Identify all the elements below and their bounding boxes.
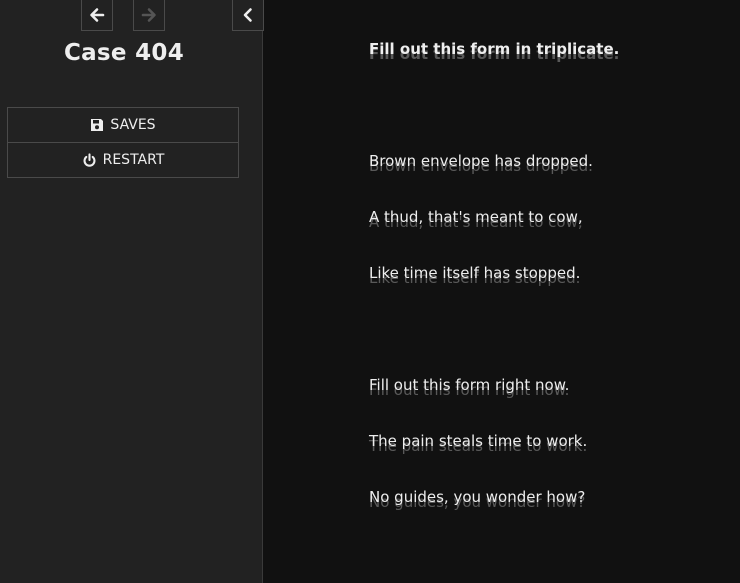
history-back-button[interactable]	[81, 0, 113, 31]
chevron-left-icon	[243, 8, 252, 22]
passage-line: No guides, you wonder how?	[369, 488, 586, 506]
passage-line: Brown envelope has dropped.	[369, 152, 593, 170]
saves-button[interactable]: SAVES	[7, 107, 239, 143]
passage-line: The pain steals time to work.	[369, 432, 588, 450]
passage-line: A thud, that's meant to cow,	[369, 208, 583, 226]
arrow-left-icon	[90, 8, 105, 22]
restart-label: RESTART	[102, 152, 165, 168]
saves-label: SAVES	[110, 117, 156, 133]
restart-button[interactable]: RESTART	[7, 142, 239, 178]
power-icon	[83, 152, 96, 167]
history-forward-button[interactable]	[133, 0, 165, 31]
sidebar: Case 404 SAVES RESTART	[0, 0, 264, 583]
story-title: Case 404	[63, 40, 185, 66]
passage-line: Like time itself has stopped.	[369, 264, 581, 282]
floppy-disk-icon	[91, 119, 104, 131]
passage-line: Fill out this form in triplicate.	[369, 40, 620, 58]
passage-line: Fill out this form right now.	[369, 376, 570, 394]
arrow-right-icon	[141, 8, 156, 22]
sidebar-collapse-button[interactable]	[232, 0, 264, 31]
